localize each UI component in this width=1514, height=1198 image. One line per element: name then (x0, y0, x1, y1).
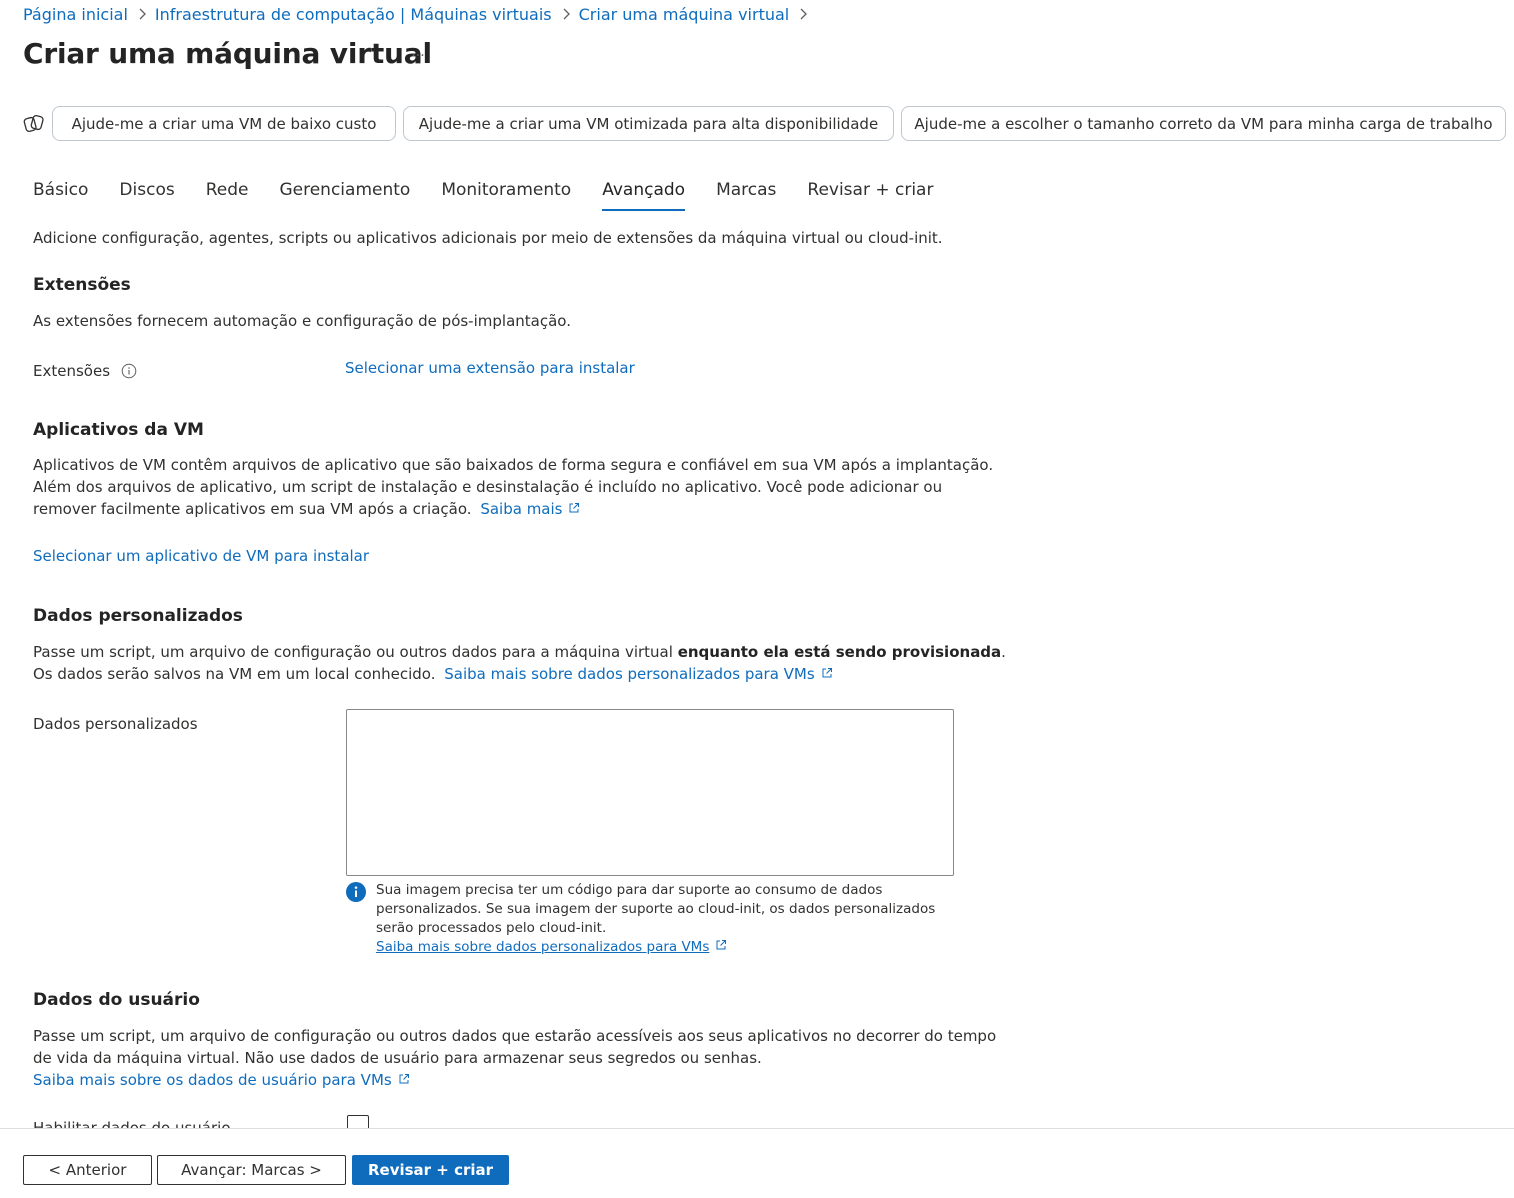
user-data-description-line1: Passe um script, um arquivo de configura… (33, 1027, 997, 1045)
next-tags-button[interactable]: Avançar: Marcas > (157, 1155, 346, 1185)
tab-networking[interactable]: Rede (206, 176, 249, 212)
breadcrumb-vm-list[interactable]: Infraestrutura de computação | Máquinas … (155, 5, 552, 24)
tab-bar: Básico Discos Rede Gerenciamento Monitor… (33, 176, 964, 212)
previous-button[interactable]: < Anterior (23, 1155, 152, 1185)
vm-apps-learn-more-link[interactable]: Saiba mais (480, 500, 580, 518)
select-vm-app-link[interactable]: Selecionar um aplicativo de VM para inst… (33, 545, 369, 567)
extensions-label-text: Extensões (33, 362, 111, 380)
prompt-vm-size-button[interactable]: Ajude-me a escolher o tamanho correto da… (901, 106, 1506, 141)
tab-monitoring[interactable]: Monitoramento (441, 176, 571, 212)
prompt-high-availability-vm-button[interactable]: Ajude-me a criar uma VM otimizada para a… (403, 106, 894, 141)
info-filled-icon (346, 882, 366, 902)
custom-data-description-line2: Os dados serão salvos na VM em um local … (33, 663, 833, 685)
extensions-heading: Extensões (33, 275, 131, 295)
custom-data-info-message-text: Sua imagem precisa ter um código para da… (376, 882, 936, 936)
external-link-icon (569, 503, 580, 513)
user-data-description-line3: Saiba mais sobre os dados de usuário par… (33, 1069, 410, 1091)
breadcrumb-create-vm[interactable]: Criar uma máquina virtual (579, 5, 790, 24)
custom-data-line1-start: Passe um script, um arquivo de configura… (33, 643, 678, 661)
extensions-field-label: Extensões (33, 362, 137, 380)
custom-data-info-message: Sua imagem precisa ter um código para da… (346, 881, 954, 957)
custom-data-learn-more-link[interactable]: Saiba mais sobre dados personalizados pa… (444, 665, 832, 683)
vm-apps-description-line1: Aplicativos de VM contêm arquivos de apl… (33, 456, 994, 474)
info-icon[interactable] (121, 363, 137, 379)
custom-data-learn-more-text: Saiba mais sobre dados personalizados pa… (444, 665, 815, 683)
vm-apps-learn-more-text: Saiba mais (480, 500, 563, 518)
prompt-low-cost-vm-button[interactable]: Ajude-me a criar uma VM de baixo custo (52, 106, 396, 141)
custom-data-line1-end: . (1001, 643, 1006, 661)
user-data-heading: Dados do usuário (33, 990, 200, 1010)
extensions-description: As extensões fornecem automação e config… (33, 312, 571, 330)
copilot-icon (23, 113, 45, 135)
vm-apps-description-line3: remover facilmente aplicativos em sua VM… (33, 498, 580, 520)
custom-data-heading: Dados personalizados (33, 606, 243, 626)
tab-advanced[interactable]: Avançado (602, 176, 685, 212)
vm-apps-line3-text: remover facilmente aplicativos em sua VM… (33, 500, 472, 518)
vm-apps-description-line2: Além dos arquivos de aplicativo, um scri… (33, 478, 943, 496)
tab-tags[interactable]: Marcas (716, 176, 776, 212)
custom-data-line2-text: Os dados serão salvos na VM em um local … (33, 665, 436, 683)
tab-management[interactable]: Gerenciamento (279, 176, 410, 212)
custom-data-textarea[interactable] (346, 709, 954, 876)
external-link-icon (399, 1074, 409, 1084)
custom-data-info-learn-more-link[interactable]: Saiba mais sobre dados personalizados pa… (376, 939, 709, 955)
more-options-button[interactable]: ··· (406, 44, 430, 68)
tab-disks[interactable]: Discos (119, 176, 174, 212)
custom-data-line1-bold: enquanto ela está sendo provisionada (677, 643, 1002, 661)
user-data-learn-more-text: Saiba mais sobre os dados de usuário par… (33, 1071, 392, 1089)
breadcrumb-home[interactable]: Página inicial (23, 5, 128, 24)
user-data-description-line2: de vida da máquina virtual. Não use dado… (33, 1049, 762, 1067)
wizard-footer: < Anterior Avançar: Marcas > Revisar + c… (0, 1128, 1514, 1198)
page-title: Criar uma máquina virtual (23, 37, 432, 70)
custom-data-description-line1: Passe um script, um arquivo de configura… (33, 641, 1006, 663)
review-create-button[interactable]: Revisar + criar (352, 1155, 509, 1185)
tab-review-create[interactable]: Revisar + criar (807, 176, 933, 212)
external-link-icon (822, 668, 832, 678)
custom-data-info-text: Sua imagem precisa ter um código para da… (376, 881, 936, 957)
breadcrumb: Página inicial Infraestrutura de computa… (23, 3, 816, 25)
select-extension-link[interactable]: Selecionar uma extensão para instalar (345, 357, 635, 379)
external-link-icon (716, 940, 727, 950)
chevron-right-icon (138, 8, 146, 20)
vm-apps-heading: Aplicativos da VM (33, 420, 204, 440)
custom-data-field-label: Dados personalizados (33, 715, 198, 733)
custom-data-info-link-row: Saiba mais sobre dados personalizados pa… (376, 938, 936, 957)
tab-basics[interactable]: Básico (33, 176, 88, 212)
user-data-learn-more-link[interactable]: Saiba mais sobre os dados de usuário par… (33, 1071, 410, 1089)
chevron-right-icon (562, 8, 570, 20)
chevron-right-icon (799, 8, 808, 20)
intro-text: Adicione configuração, agentes, scripts … (33, 229, 943, 247)
